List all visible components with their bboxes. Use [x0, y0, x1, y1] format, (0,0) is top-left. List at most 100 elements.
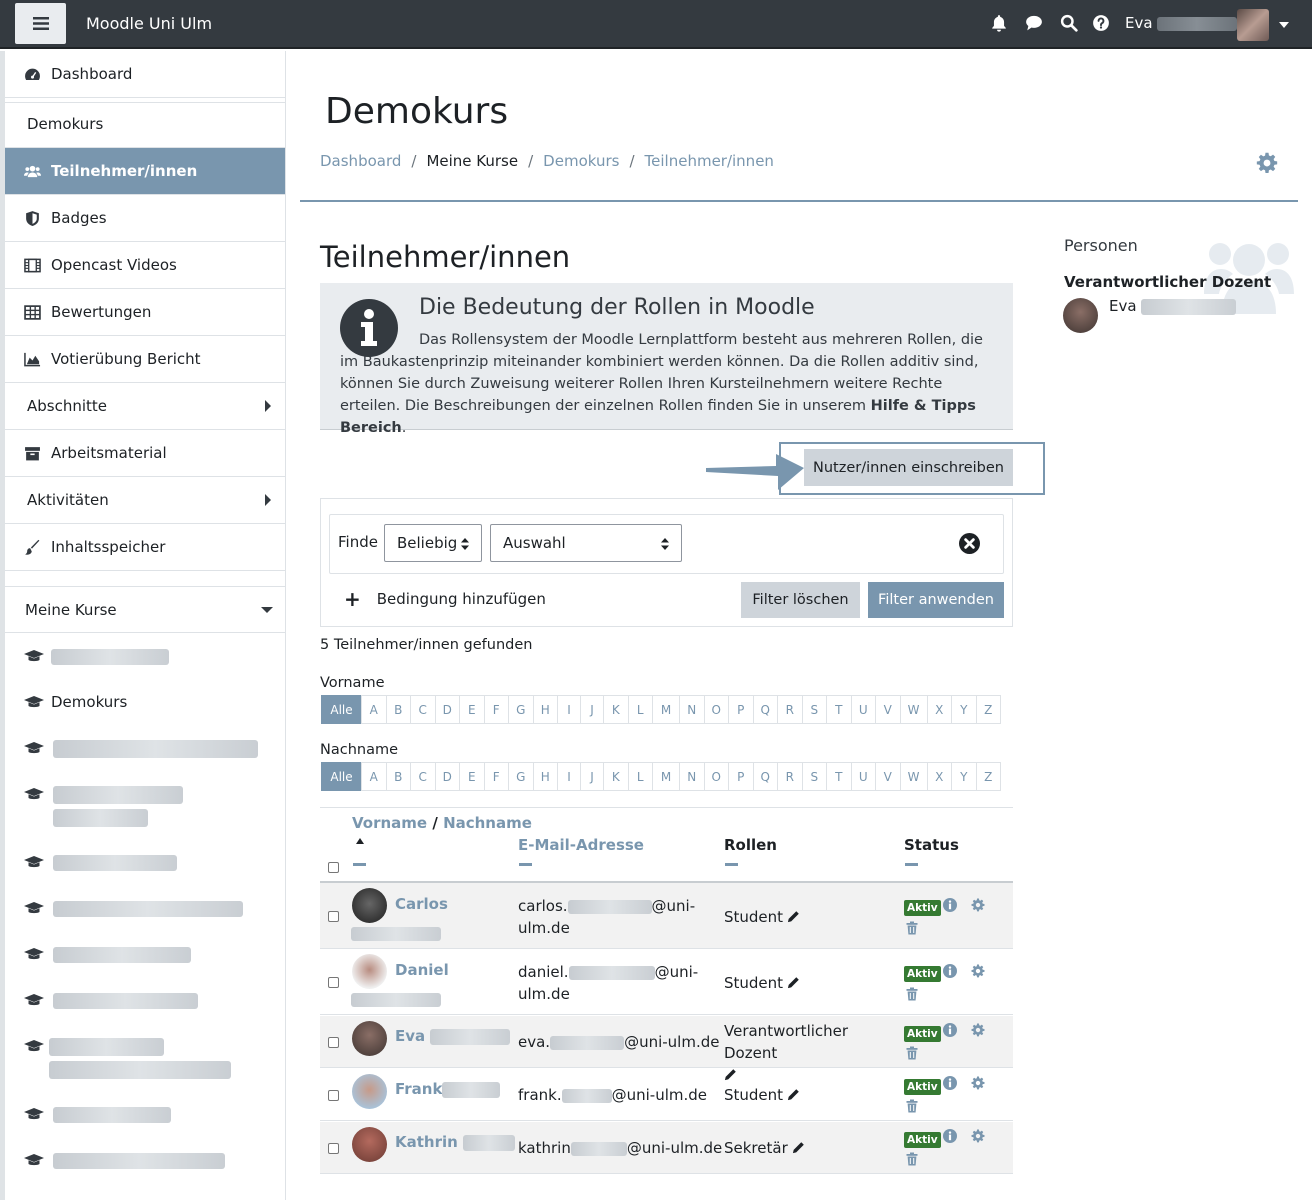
lastname-initial-d[interactable]: D: [434, 762, 460, 791]
menu-toggle-button[interactable]: [15, 3, 66, 44]
avatar[interactable]: [352, 1127, 387, 1162]
pencil-icon[interactable]: [787, 1088, 800, 1101]
firstname-initial-d[interactable]: D: [434, 695, 460, 724]
user-name-link[interactable]: Eva: [395, 1027, 511, 1045]
trash-icon[interactable]: [905, 1152, 919, 1166]
drawer-item-activities[interactable]: Aktivitäten: [5, 477, 285, 524]
collapse-column-icon[interactable]: [725, 863, 738, 866]
info-circle-icon[interactable]: [943, 1076, 957, 1090]
row-checkbox[interactable]: [328, 977, 339, 988]
lastname-initial-c[interactable]: C: [410, 762, 436, 791]
firstname-initial-z[interactable]: Z: [975, 695, 1001, 724]
collapse-column-icon[interactable]: [353, 863, 366, 866]
sort-email-link[interactable]: E-Mail-Adresse: [518, 836, 644, 854]
gear-icon[interactable]: [971, 1076, 985, 1090]
drawer-item-badges[interactable]: Badges: [5, 195, 285, 242]
pencil-icon[interactable]: [787, 910, 800, 923]
gear-icon[interactable]: [971, 964, 985, 978]
user-name-link[interactable]: Kathrin: [395, 1133, 516, 1151]
firstname-initial-j[interactable]: J: [580, 695, 604, 724]
firstname-initial-m[interactable]: M: [652, 695, 680, 724]
avatar[interactable]: [352, 954, 387, 989]
enrol-users-button[interactable]: Nutzer/innen einschreiben: [804, 449, 1013, 486]
lastname-initial-s[interactable]: S: [801, 762, 827, 791]
lastname-initial-y[interactable]: Y: [951, 762, 977, 791]
firstname-initial-a[interactable]: A: [361, 695, 387, 724]
lastname-initial-r[interactable]: R: [777, 762, 803, 791]
firstname-initial-all[interactable]: Alle: [321, 695, 362, 724]
firstname-initial-k[interactable]: K: [603, 695, 629, 724]
match-select[interactable]: Beliebig: [384, 524, 482, 562]
firstname-initial-g[interactable]: G: [508, 695, 534, 724]
firstname-initial-b[interactable]: B: [385, 695, 411, 724]
lastname-initial-f[interactable]: F: [483, 762, 509, 791]
drawer-item-grades[interactable]: Bewertungen: [5, 289, 285, 336]
firstname-initial-f[interactable]: F: [483, 695, 509, 724]
user-name-link[interactable]: Carlos: [395, 895, 448, 913]
lastname-initial-m[interactable]: M: [652, 762, 680, 791]
firstname-initial-t[interactable]: T: [826, 695, 852, 724]
avatar[interactable]: [1063, 298, 1098, 333]
firstname-initial-o[interactable]: O: [703, 695, 729, 724]
drawer-item-report[interactable]: Votierübung Bericht: [5, 336, 285, 383]
firstname-initial-s[interactable]: S: [801, 695, 827, 724]
info-circle-icon[interactable]: [943, 1129, 957, 1143]
lastname-initial-w[interactable]: W: [899, 762, 928, 791]
search-icon[interactable]: [1060, 14, 1078, 32]
lastname-initial-z[interactable]: Z: [975, 762, 1001, 791]
trash-icon[interactable]: [905, 1099, 919, 1113]
breadcrumb-course[interactable]: Demokurs: [543, 152, 619, 170]
user-name-link[interactable]: Frank: [395, 1080, 501, 1098]
lastname-initial-j[interactable]: J: [580, 762, 604, 791]
lastname-initial-o[interactable]: O: [703, 762, 729, 791]
lastname-initial-b[interactable]: B: [385, 762, 411, 791]
drawer-item-participants[interactable]: Teilnehmer/innen: [5, 148, 285, 195]
site-name[interactable]: Moodle Uni Ulm: [86, 14, 212, 33]
gear-icon[interactable]: [1256, 152, 1278, 174]
firstname-initial-x[interactable]: X: [926, 695, 952, 724]
add-condition-button[interactable]: + Bedingung hinzufügen: [344, 589, 546, 609]
pencil-icon[interactable]: [787, 976, 800, 989]
drawer-item-contentbank[interactable]: Inhaltsspeicher: [5, 524, 285, 571]
clear-filters-button[interactable]: Filter löschen: [741, 582, 860, 618]
chat-icon[interactable]: [1025, 14, 1043, 32]
select-all-checkbox[interactable]: [328, 862, 339, 873]
row-checkbox[interactable]: [328, 1090, 339, 1101]
info-circle-icon[interactable]: [943, 898, 957, 912]
lastname-initial-e[interactable]: E: [459, 762, 485, 791]
collapse-column-icon[interactable]: [519, 863, 532, 866]
user-name-link[interactable]: Daniel: [395, 961, 449, 979]
avatar[interactable]: [352, 888, 387, 923]
firstname-initial-y[interactable]: Y: [951, 695, 977, 724]
lastname-initial-u[interactable]: U: [850, 762, 876, 791]
firstname-initial-q[interactable]: Q: [752, 695, 778, 724]
gear-icon[interactable]: [971, 1129, 985, 1143]
row-checkbox[interactable]: [328, 1143, 339, 1154]
lastname-initial-n[interactable]: N: [679, 762, 705, 791]
lastname-initial-h[interactable]: H: [532, 762, 558, 791]
filter-type-select[interactable]: Auswahl: [490, 524, 682, 562]
lastname-initial-g[interactable]: G: [508, 762, 534, 791]
gear-icon[interactable]: [971, 1023, 985, 1037]
breadcrumb-dashboard[interactable]: Dashboard: [320, 152, 401, 170]
apply-filters-button[interactable]: Filter anwenden: [868, 582, 1004, 618]
user-menu-name[interactable]: Eva: [1125, 14, 1238, 32]
drawer-item-material[interactable]: Arbeitsmaterial: [5, 430, 285, 477]
firstname-initial-l[interactable]: L: [627, 695, 653, 724]
lastname-initial-x[interactable]: X: [926, 762, 952, 791]
lastname-initial-a[interactable]: A: [361, 762, 387, 791]
drawer-item-my-courses[interactable]: Meine Kurse: [5, 586, 285, 633]
info-circle-icon[interactable]: [943, 964, 957, 978]
firstname-initial-n[interactable]: N: [679, 695, 705, 724]
lastname-initial-v[interactable]: V: [875, 762, 901, 791]
drawer-item-dashboard[interactable]: Dashboard: [5, 51, 285, 98]
trash-icon[interactable]: [905, 987, 919, 1001]
chevron-down-icon[interactable]: [1279, 22, 1289, 28]
bell-icon[interactable]: [990, 14, 1008, 32]
lastname-initial-k[interactable]: K: [603, 762, 629, 791]
user-avatar[interactable]: [1237, 9, 1269, 41]
lastname-initial-i[interactable]: I: [557, 762, 581, 791]
firstname-initial-v[interactable]: V: [875, 695, 901, 724]
lastname-initial-all[interactable]: Alle: [321, 762, 362, 791]
drawer-item-course[interactable]: Demokurs: [5, 101, 285, 148]
